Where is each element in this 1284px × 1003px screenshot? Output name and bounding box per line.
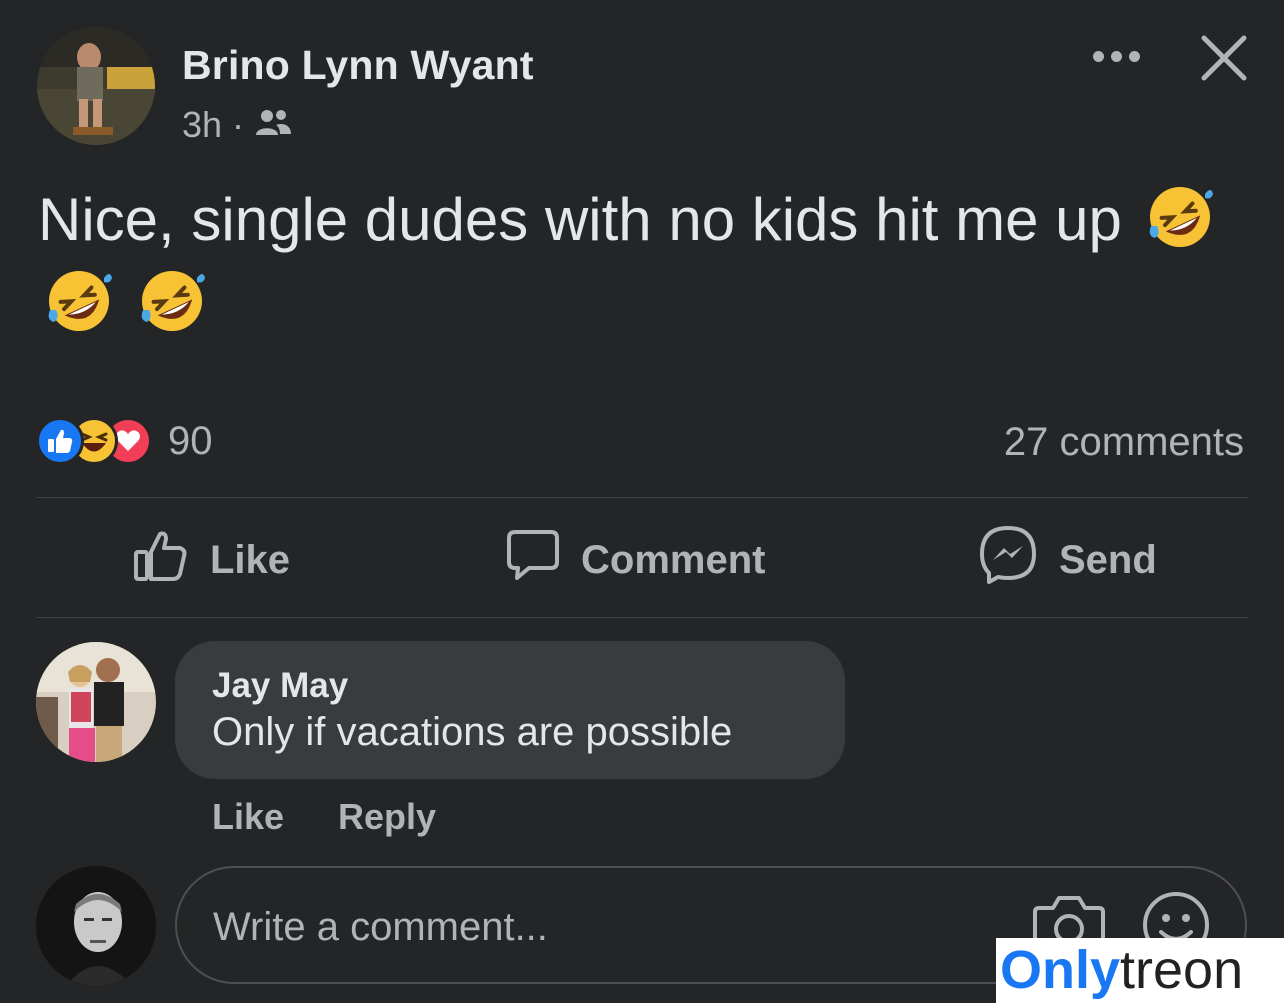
send-button[interactable]: Send — [977, 526, 1157, 592]
comment-reply-button[interactable]: Reply — [338, 796, 436, 838]
watermark-part-2: treon — [1120, 940, 1244, 1000]
reaction-count[interactable]: 90 — [168, 419, 213, 464]
comment-text: Only if vacations are possible — [212, 710, 733, 754]
messenger-icon — [977, 524, 1039, 596]
like-label: Like — [210, 537, 291, 582]
watermark-logo: Onlytreon — [996, 938, 1284, 1003]
meta-separator: · — [232, 104, 245, 145]
post-meta: 3h · — [182, 104, 292, 146]
divider — [36, 497, 1248, 498]
author-name[interactable]: Brino Lynn Wyant — [182, 42, 534, 89]
comment-count[interactable]: 27 comments — [1004, 420, 1244, 465]
comment-icon — [505, 526, 561, 594]
post-timestamp[interactable]: 3h — [182, 104, 222, 146]
friends-icon — [254, 104, 292, 146]
commenter-avatar[interactable] — [36, 642, 156, 762]
send-label: Send — [1059, 537, 1157, 582]
comment-like-button[interactable]: Like — [212, 796, 284, 838]
close-icon[interactable] — [1196, 30, 1252, 86]
rofl-emoji-icon — [44, 266, 114, 336]
post-body: Nice, single dudes with no kids hit me u… — [38, 186, 1122, 253]
divider — [36, 617, 1248, 618]
comment-input[interactable] — [211, 898, 995, 956]
author-avatar[interactable] — [37, 27, 155, 145]
like-button[interactable]: Like — [132, 528, 290, 592]
thumbs-up-icon — [132, 526, 190, 594]
rofl-emoji-icon — [137, 266, 207, 336]
comment-label: Comment — [581, 537, 766, 582]
watermark-part-1: Only — [1000, 940, 1121, 1000]
commenter-name[interactable]: Jay May — [212, 666, 348, 706]
reactions-summary[interactable]: 90 — [36, 417, 213, 465]
comment-button[interactable]: Comment — [505, 528, 765, 592]
rofl-emoji-icon — [1145, 182, 1215, 252]
post-text: Nice, single dudes with no kids hit me u… — [38, 178, 1248, 346]
current-user-avatar[interactable] — [36, 866, 156, 986]
like-reaction-icon — [36, 417, 84, 465]
more-options-icon[interactable] — [1088, 44, 1144, 68]
